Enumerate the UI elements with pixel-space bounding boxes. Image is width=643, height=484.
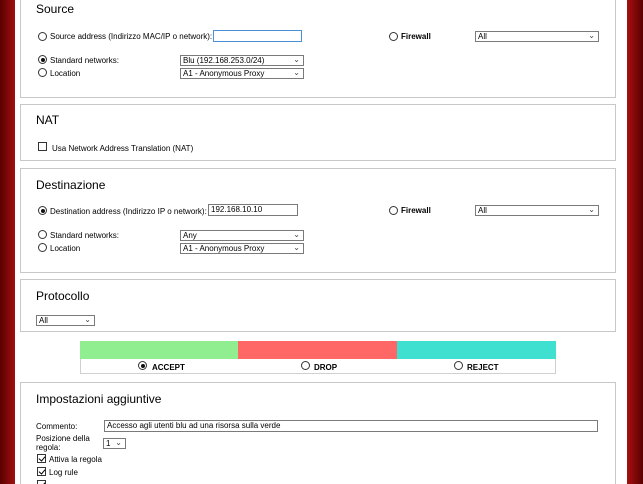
- nat-section: NAT Usa Network Address Translation (NAT…: [20, 104, 616, 161]
- firewall-rule-page: Source Source address (Indirizzo MAC/IP …: [15, 0, 627, 484]
- position-label-line2: regola:: [36, 443, 61, 452]
- accept-color-bar: [80, 341, 238, 359]
- destination-location-select[interactable]: A1 - Anonymous Proxy ⌄: [180, 243, 304, 254]
- extra-settings-title: Impostazioni aggiuntive: [36, 392, 162, 406]
- reject-label: REJECT: [467, 363, 499, 372]
- destination-title: Destinazione: [36, 178, 106, 192]
- source-location-select-value: A1 - Anonymous Proxy: [183, 69, 265, 78]
- reject-radio[interactable]: [454, 361, 463, 370]
- chevron-down-icon: ⌄: [293, 68, 300, 77]
- source-location-radio[interactable]: [38, 68, 47, 77]
- source-standard-select-value: Blu (192.168.253.0/24): [183, 56, 265, 65]
- destination-firewall-label: Firewall: [401, 206, 431, 215]
- destination-location-select-value: A1 - Anonymous Proxy: [183, 244, 265, 253]
- chevron-down-icon: ⌄: [293, 230, 300, 239]
- destination-standard-select-value: Any: [183, 231, 197, 240]
- source-firewall-radio[interactable]: [389, 32, 398, 41]
- reject-color-bar: [397, 341, 556, 359]
- chevron-down-icon: ⌄: [588, 31, 595, 40]
- source-address-radio[interactable]: [38, 32, 47, 41]
- protocol-section: Protocollo All ⌄: [20, 279, 616, 332]
- source-title: Source: [36, 2, 75, 16]
- source-firewall-label: Firewall: [401, 32, 431, 41]
- source-location-label: Location: [50, 69, 81, 78]
- source-address-input[interactable]: [213, 30, 302, 42]
- destination-firewall-select-value: All: [478, 206, 487, 215]
- position-select[interactable]: 1 ⌄: [103, 438, 126, 449]
- source-standard-radio[interactable]: [38, 55, 47, 64]
- position-label-line1: Posizione della: [36, 434, 90, 443]
- position-select-value: 1: [106, 439, 111, 448]
- drop-radio[interactable]: [301, 361, 310, 370]
- drop-label: DROP: [314, 363, 338, 372]
- log-rule-label: Log rule: [49, 468, 78, 477]
- destination-address-input[interactable]: 192.168.10.10: [208, 204, 298, 216]
- protocol-title: Protocollo: [36, 289, 90, 303]
- source-standard-select[interactable]: Blu (192.168.253.0/24) ⌄: [180, 55, 304, 66]
- nat-title: NAT: [36, 113, 60, 127]
- nat-checkbox-label: Usa Network Address Translation (NAT): [52, 144, 194, 153]
- source-firewall-select[interactable]: All ⌄: [475, 31, 599, 42]
- comment-input[interactable]: Accesso agli utenti blu ad una risorsa s…: [104, 420, 598, 432]
- chevron-down-icon: ⌄: [293, 55, 300, 64]
- chevron-down-icon: ⌄: [588, 205, 595, 214]
- log-rule-checkbox[interactable]: [37, 467, 46, 476]
- protocol-select[interactable]: All ⌄: [36, 315, 95, 326]
- source-section: Source Source address (Indirizzo MAC/IP …: [20, 0, 616, 98]
- extra-option-checkbox[interactable]: [37, 480, 46, 484]
- destination-standard-radio[interactable]: [38, 230, 47, 239]
- source-address-label: Source address (Indirizzo MAC/IP o netwo…: [50, 32, 213, 41]
- protocol-select-value: All: [39, 316, 48, 325]
- destination-location-label: Location: [50, 244, 81, 253]
- destination-address-radio[interactable]: [38, 206, 47, 215]
- accept-label: ACCEPT: [152, 363, 185, 372]
- destination-address-label: Destination address (Indirizzo IP o netw…: [50, 207, 207, 216]
- action-options-row: ACCEPT DROP REJECT: [80, 359, 556, 374]
- nat-checkbox[interactable]: [38, 142, 47, 151]
- source-standard-label: Standard networks:: [50, 56, 119, 65]
- enable-rule-label: Attiva la regola: [49, 455, 102, 464]
- source-location-select[interactable]: A1 - Anonymous Proxy ⌄: [180, 68, 304, 79]
- extra-settings-section: Impostazioni aggiuntive Commento: Access…: [20, 382, 616, 484]
- chevron-down-icon: ⌄: [115, 438, 122, 447]
- source-firewall-select-value: All: [478, 32, 487, 41]
- drop-color-bar: [238, 341, 397, 359]
- destination-firewall-radio[interactable]: [389, 206, 398, 215]
- comment-label: Commento:: [36, 422, 78, 431]
- accept-radio[interactable]: [138, 361, 147, 370]
- chevron-down-icon: ⌄: [84, 315, 91, 324]
- destination-location-radio[interactable]: [38, 243, 47, 252]
- destination-standard-label: Standard networks:: [50, 231, 119, 240]
- destination-section: Destinazione Destination address (Indiri…: [20, 168, 616, 273]
- destination-standard-select[interactable]: Any ⌄: [180, 230, 304, 241]
- enable-rule-checkbox[interactable]: [37, 454, 46, 463]
- chevron-down-icon: ⌄: [293, 243, 300, 252]
- destination-firewall-select[interactable]: All ⌄: [475, 205, 599, 216]
